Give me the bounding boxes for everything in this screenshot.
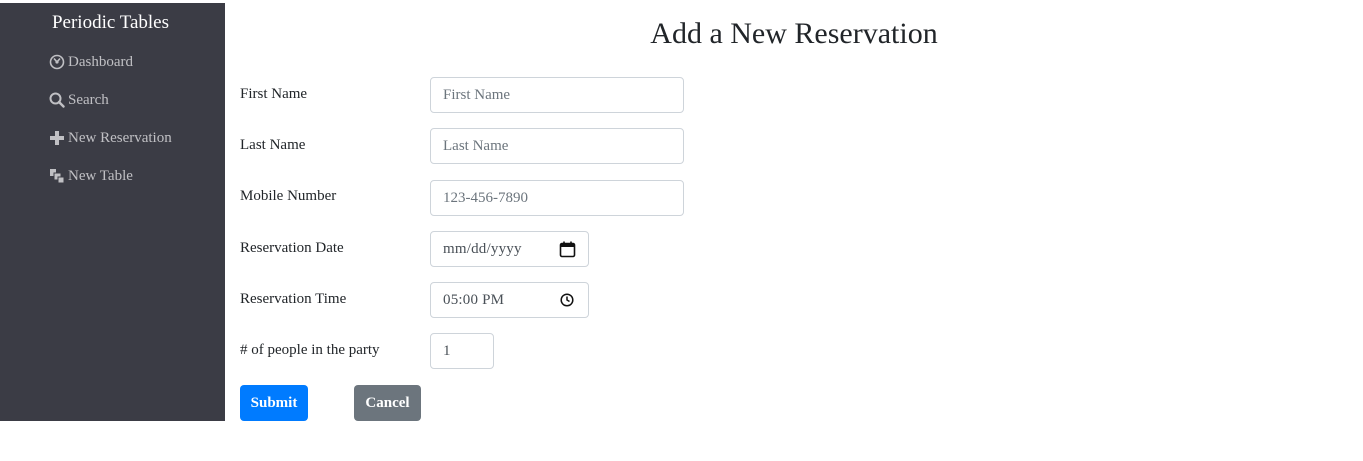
party-size-input[interactable]: 1 bbox=[430, 333, 494, 369]
mobile-number-label: Mobile Number bbox=[240, 188, 337, 204]
first-name-label: First Name bbox=[240, 86, 308, 102]
last-name-input[interactable] bbox=[430, 128, 684, 164]
layers-icon bbox=[48, 168, 65, 185]
reservation-date-input[interactable]: mm/dd/yyyy bbox=[430, 231, 589, 267]
last-name-label: Last Name bbox=[240, 137, 306, 153]
sidebar-item-label: Dashboard bbox=[68, 53, 133, 70]
reservation-date-value: mm/dd/yyyy bbox=[443, 240, 522, 257]
sidebar-item-label: Search bbox=[68, 91, 109, 108]
first-name-input[interactable] bbox=[430, 77, 684, 113]
sidebar-item-label: New Reservation bbox=[68, 129, 172, 146]
plus-icon bbox=[48, 130, 65, 147]
sidebar-item-dashboard[interactable]: Dashboard bbox=[48, 52, 133, 72]
sidebar-item-new-table[interactable]: New Table bbox=[48, 166, 133, 186]
sidebar-item-search[interactable]: Search bbox=[48, 90, 109, 110]
reservation-date-label: Reservation Date bbox=[240, 240, 344, 256]
clock-icon[interactable] bbox=[560, 293, 574, 307]
brand-title[interactable]: Periodic Tables bbox=[0, 12, 221, 34]
reservation-time-input[interactable]: 05:00 PM bbox=[430, 282, 589, 318]
dashboard-icon bbox=[48, 54, 65, 71]
mobile-number-input[interactable] bbox=[430, 180, 684, 216]
submit-button[interactable]: Submit bbox=[240, 385, 308, 421]
sidebar: Periodic Tables Dashboard Search New Res… bbox=[0, 3, 225, 421]
sidebar-item-label: New Table bbox=[68, 167, 133, 184]
reservation-time-value: 05:00 PM bbox=[443, 291, 505, 308]
party-size-label: # of people in the party bbox=[240, 342, 380, 358]
party-size-value: 1 bbox=[443, 342, 451, 359]
cancel-button[interactable]: Cancel bbox=[354, 385, 421, 421]
reservation-time-label: Reservation Time bbox=[240, 291, 347, 307]
calendar-icon[interactable] bbox=[559, 241, 576, 258]
page-title: Add a New Reservation bbox=[650, 17, 938, 50]
search-icon bbox=[48, 92, 65, 109]
sidebar-item-new-reservation[interactable]: New Reservation bbox=[48, 128, 172, 148]
